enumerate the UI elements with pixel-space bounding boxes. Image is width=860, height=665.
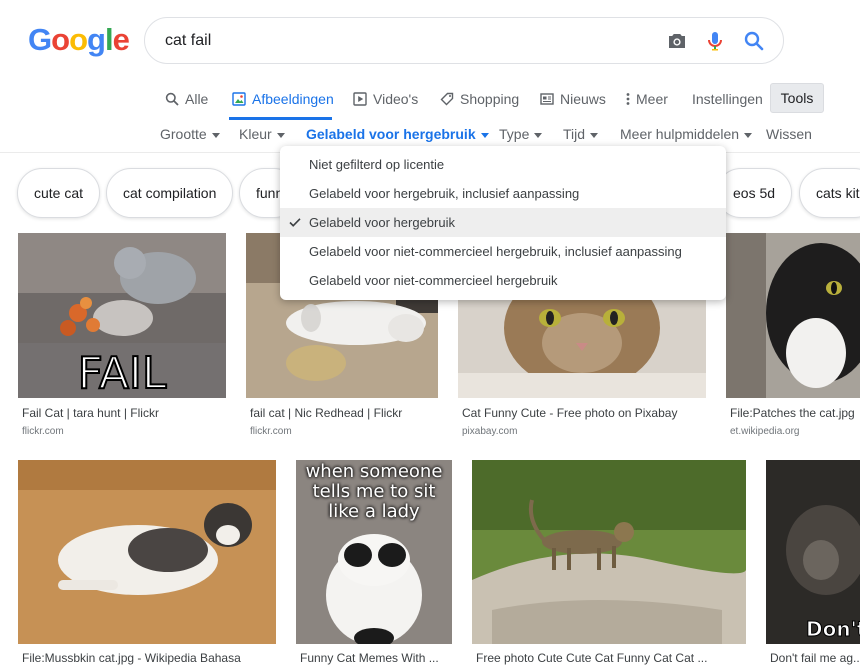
image-icon (232, 92, 246, 106)
microphone-icon[interactable] (703, 29, 727, 53)
tab-label: Afbeeldingen (252, 91, 334, 107)
tab-label: Meer (636, 91, 668, 107)
filter-label: Gelabeld voor hergebruik (306, 126, 476, 142)
logo-letter: o (69, 22, 88, 57)
result-title[interactable]: Free photo Cute Cute Cat Funny Cat Cat .… (476, 651, 746, 665)
checkmark-icon (289, 218, 301, 227)
caret-down-icon (744, 132, 753, 138)
play-icon (353, 92, 367, 106)
logo-letter: l (104, 22, 114, 57)
filter-time[interactable]: Tijd (563, 126, 599, 142)
result-image[interactable] (472, 460, 746, 644)
result-source: flickr.com (22, 426, 64, 437)
caret-down-icon (590, 132, 599, 138)
filter-label: Type (499, 126, 530, 142)
dropdown-option-not-filtered[interactable]: Niet gefilterd op licentie (280, 150, 726, 179)
filter-label: Grootte (160, 126, 207, 142)
tab-more[interactable]: Meer (626, 89, 668, 109)
result-source: flickr.com (250, 426, 292, 437)
image-overlay-text: Don't f (806, 617, 860, 641)
result-title[interactable]: File:Mussbkin cat.jpg - Wikipedia Bahasa (22, 651, 276, 665)
related-chip[interactable]: eos 5d (716, 168, 792, 218)
logo-letter: o (51, 22, 70, 57)
logo-letter: g (87, 22, 106, 57)
filter-type[interactable]: Type (499, 126, 543, 142)
caret-down-icon (480, 132, 489, 138)
result-title[interactable]: Fail Cat | tara hunt | Flickr (22, 406, 226, 420)
news-icon (540, 93, 554, 105)
dropdown-option-noncommercial-modification[interactable]: Gelabeld voor niet-commercieel hergebrui… (280, 237, 726, 266)
filter-size[interactable]: Grootte (160, 126, 220, 142)
result-title[interactable]: Cat Funny Cute - Free photo on Pixabay (462, 406, 706, 420)
result-image[interactable]: FAIL (18, 233, 226, 398)
result-title[interactable]: Don't fail me ag... (770, 651, 860, 665)
tab-label: Video's (373, 91, 419, 107)
filter-more-tools[interactable]: Meer hulpmiddelen (620, 126, 753, 142)
tab-all[interactable]: Alle (165, 89, 208, 109)
result-image[interactable] (18, 460, 276, 644)
filter-color[interactable]: Kleur (239, 126, 285, 142)
dropdown-option-reuse-modification[interactable]: Gelabeld voor hergebruik, inclusief aanp… (280, 179, 726, 208)
filter-usage-rights[interactable]: Gelabeld voor hergebruik (306, 126, 489, 142)
tools-button[interactable]: Tools (770, 83, 824, 113)
more-vert-icon (626, 93, 630, 105)
tab-videos[interactable]: Video's (353, 89, 418, 109)
caret-down-icon (211, 132, 220, 138)
logo-letter: G (28, 22, 52, 57)
filter-label: Kleur (239, 126, 272, 142)
result-source: et.wikipedia.org (730, 426, 800, 437)
caret-down-icon (276, 132, 285, 138)
related-chip[interactable]: cute cat (17, 168, 100, 218)
related-chip[interactable]: cat compilation (106, 168, 233, 218)
tab-label: Nieuws (560, 91, 606, 107)
filter-label: Tijd (563, 126, 586, 142)
result-title[interactable]: File:Patches the cat.jpg (730, 406, 860, 420)
tab-label: Alle (185, 91, 209, 107)
dropdown-option-label: Gelabeld voor hergebruik (309, 215, 455, 230)
result-image[interactable]: when someone tells me to sit like a lady (296, 460, 452, 644)
settings-link[interactable]: Instellingen (692, 89, 763, 109)
search-box[interactable]: cat fail (144, 17, 784, 64)
caret-down-icon (534, 132, 543, 138)
dropdown-option-noncommercial[interactable]: Gelabeld voor niet-commercieel hergebrui… (280, 266, 726, 295)
result-title[interactable]: Funny Cat Memes With ... (300, 651, 452, 665)
result-image[interactable] (726, 233, 860, 398)
search-icon[interactable] (742, 29, 766, 53)
dropdown-option-reuse[interactable]: Gelabeld voor hergebruik (280, 208, 726, 237)
result-title[interactable]: fail cat | Nic Redhead | Flickr (250, 406, 438, 420)
result-source: pixabay.com (462, 426, 518, 437)
tab-shopping[interactable]: Shopping (440, 89, 519, 109)
camera-icon[interactable] (665, 29, 689, 53)
tag-icon (440, 92, 454, 106)
filter-label: Meer hulpmiddelen (620, 126, 740, 142)
active-tab-indicator (229, 117, 332, 120)
related-chip[interactable]: cats kit (799, 168, 860, 218)
result-image[interactable]: Don't f (766, 460, 860, 644)
search-icon (165, 92, 179, 106)
tab-news[interactable]: Nieuws (540, 89, 606, 109)
logo-letter: e (112, 22, 130, 57)
usage-rights-dropdown[interactable]: Niet gefilterd op licentie Gelabeld voor… (280, 146, 726, 300)
tab-images[interactable]: Afbeeldingen (232, 89, 334, 109)
clear-filters-link[interactable]: Wissen (766, 126, 812, 142)
image-overlay-text: when someone tells me to sit like a lady (305, 461, 443, 522)
search-input[interactable]: cat fail (165, 32, 211, 50)
tab-label: Shopping (460, 91, 520, 107)
google-logo[interactable]: Google (28, 22, 130, 58)
image-overlay-text: FAIL (78, 348, 167, 398)
